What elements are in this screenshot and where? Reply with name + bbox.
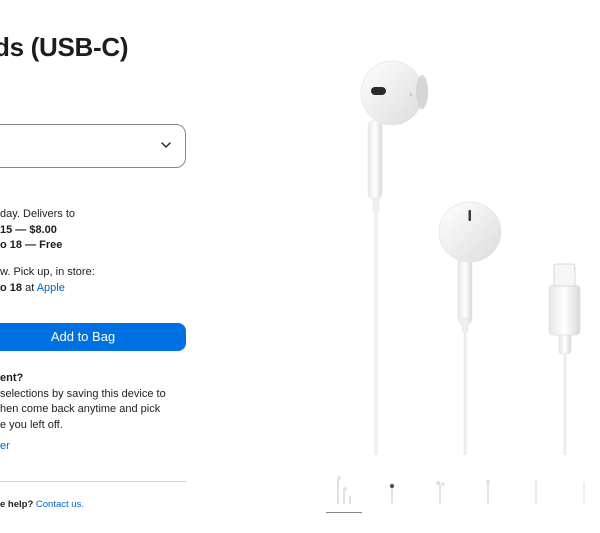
page-title: ds (USB-C) [0, 32, 129, 62]
thumbnail-1[interactable] [328, 470, 364, 510]
pickup-at: at [22, 281, 37, 294]
pickup-info: w. Pick up, in store: o 18 at Apple [0, 265, 95, 296]
product-image: L [360, 60, 581, 455]
thumbnail-2[interactable] [374, 470, 410, 510]
delivery-line-3: o 18 — Free [0, 239, 63, 251]
contact-us-link[interactable]: Contact us. [36, 499, 84, 510]
thumbnail-4[interactable] [470, 470, 506, 510]
thumbnail-6[interactable] [566, 470, 600, 510]
save-title: ent? [0, 372, 24, 384]
thumbnail-strip [326, 470, 600, 515]
store-link[interactable]: Apple [37, 282, 65, 294]
option-select[interactable] [0, 124, 186, 168]
save-line-2: hen come back anytime and pick [0, 403, 161, 415]
save-selections: ent? selections by saving this device to… [0, 371, 166, 455]
pickup-date: o 18 [0, 281, 23, 294]
save-line-3: e you left off. [0, 418, 63, 431]
usb-c-connector [548, 263, 581, 455]
save-link[interactable]: er [0, 439, 166, 455]
delivery-line-1: day. Delivers to [0, 208, 75, 220]
product-page: ds (USB-C) day. Delivers to 15 — $8.00 o… [0, 0, 600, 533]
delivery-line-2: 15 — $8.00 [0, 223, 57, 236]
pickup-line-2: o 18 at Apple [0, 281, 95, 297]
left-earbud: L [360, 60, 428, 455]
help-prefix: e help? [0, 499, 36, 510]
thumbnail-5[interactable] [518, 470, 554, 510]
svg-text:L: L [410, 92, 413, 98]
pickup-line-1: w. Pick up, in store: [0, 266, 95, 278]
right-earbud [438, 201, 502, 455]
divider [0, 481, 186, 482]
delivery-info: day. Delivers to 15 — $8.00 o 18 — Free [0, 207, 75, 254]
chevron-down-icon [161, 142, 171, 148]
thumbnail-3[interactable] [422, 470, 458, 510]
add-to-bag-button[interactable]: Add to Bag [0, 323, 186, 351]
thumbnail-selected-indicator [326, 512, 362, 513]
help-text: e help? Contact us. [0, 499, 84, 510]
save-line-1: selections by saving this device to [0, 387, 166, 400]
